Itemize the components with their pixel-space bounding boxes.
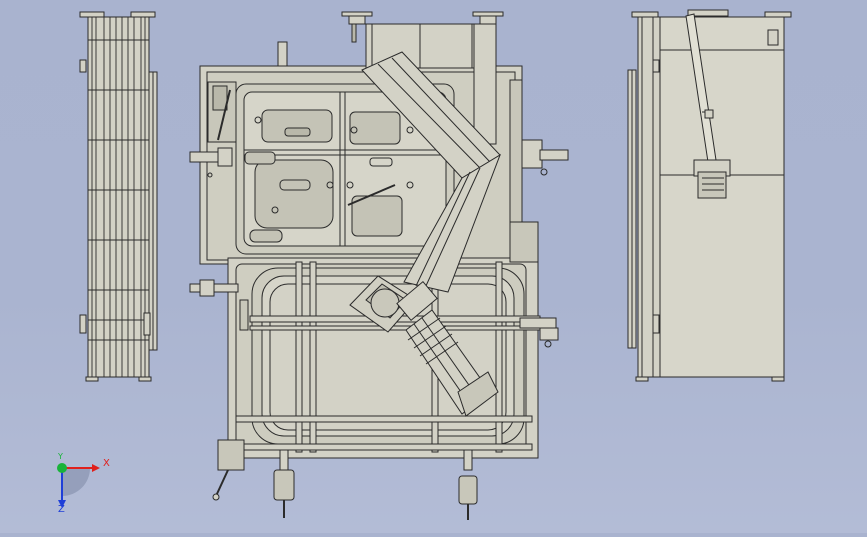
cad-viewport[interactable]: X Y Z xyxy=(0,0,867,533)
right-side-view[interactable] xyxy=(627,9,792,382)
coordinate-triad-icon xyxy=(57,463,100,508)
axis-z-label: Z xyxy=(58,504,65,515)
cad-drawing xyxy=(57,9,792,520)
front-view[interactable] xyxy=(189,11,569,520)
bottom-foot-right xyxy=(458,449,478,520)
left-side-view[interactable] xyxy=(79,11,158,382)
axis-y-label: Y xyxy=(58,452,63,461)
top-mount-left xyxy=(277,11,373,67)
bottom-foot-left xyxy=(273,449,295,518)
axis-x-label: X xyxy=(103,458,110,469)
